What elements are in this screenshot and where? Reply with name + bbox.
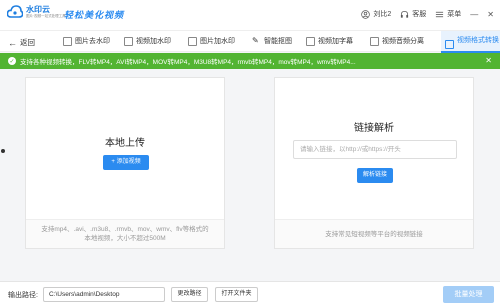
tool-smart-cutout[interactable]: ✎ 智能抠图 <box>252 36 292 46</box>
video-icon <box>124 36 133 46</box>
convert-icon <box>445 39 454 49</box>
tool-video-format-convert[interactable]: 视频格式转换 <box>441 31 500 53</box>
tool-audio-separation[interactable]: 视频音频分离 <box>370 36 424 46</box>
local-upload-hint: 支持mp4、.avi、.m3u8、.rmvb、mov、wmv、flv等格式的 本… <box>26 219 224 248</box>
app-slogan: 轻松美化视频 <box>64 11 125 21</box>
back-label: 返回 <box>20 38 35 47</box>
tool-label: 视频格式转换 <box>457 37 499 44</box>
link-parse-hint: 支持常见短视频等平台的视频链接 <box>275 219 473 248</box>
arrow-left-icon: ← <box>8 37 17 48</box>
batch-process-button[interactable]: 批量处理 <box>443 286 494 303</box>
open-folder-button[interactable]: 打开文件夹 <box>215 287 258 302</box>
tool-toolbar: ← 返回 图片去水印 视频加水印 图片加水印 ✎ 智能抠图 视频加字幕 视频音频… <box>0 30 500 53</box>
tool-label: 智能抠图 <box>264 38 292 45</box>
menu-button[interactable]: 菜单 <box>435 9 461 19</box>
app-logo: 水印云 图片·视频一站式处理工具 <box>7 5 66 19</box>
close-window-button[interactable]: ✕ <box>487 10 494 19</box>
side-dot <box>1 149 5 153</box>
user-account[interactable]: 刘比2 <box>361 9 391 19</box>
minimize-button[interactable]: — <box>470 10 478 19</box>
customer-service-button[interactable]: 客服 <box>400 9 426 19</box>
audio-icon <box>370 36 379 46</box>
subtitle-icon <box>306 36 315 46</box>
tool-video-subtitle[interactable]: 视频加字幕 <box>306 36 353 46</box>
local-upload-title: 本地上传 <box>105 138 145 149</box>
tool-image-add-watermark[interactable]: 图片加水印 <box>188 36 235 46</box>
app-name: 水印云 <box>26 5 50 14</box>
output-path-label: 输出路径: <box>8 292 38 299</box>
notice-text: 支持各种视频转换，FLV转MP4，AVI转MP4，MOV转MP4，M3U8转MP… <box>20 59 356 66</box>
local-upload-hint-line1: 支持mp4、.avi、.m3u8、.rmvb、mov、wmv、flv等格式的 <box>41 226 209 233</box>
notice-banner: ✓ 支持各种视频转换，FLV转MP4，AVI转MP4，MOV转MP4，M3U8转… <box>0 53 500 69</box>
output-path-field[interactable]: C:\Users\admin\Desktop <box>43 287 165 302</box>
menu-label: 菜单 <box>447 11 462 18</box>
bottom-bar: 输出路径: C:\Users\admin\Desktop 更改路径 打开文件夹 … <box>0 281 500 308</box>
parse-link-button[interactable]: 解析链接 <box>357 168 393 183</box>
notice-close-button[interactable]: ✕ <box>485 56 492 65</box>
add-video-button[interactable]: + 添加视频 <box>103 155 149 170</box>
app-subtitle: 图片·视频一站式处理工具 <box>26 14 66 18</box>
tool-image-remove-watermark[interactable]: 图片去水印 <box>63 36 110 46</box>
link-input[interactable]: 请输入链接，以http://或https://开头 <box>293 140 457 159</box>
local-upload-panel[interactable]: 本地上传 + 添加视频 支持mp4、.avi、.m3u8、.rmvb、mov、w… <box>25 77 225 249</box>
check-icon: ✓ <box>8 57 16 65</box>
headset-icon <box>401 10 409 18</box>
menu-icon <box>436 11 444 17</box>
user-icon <box>361 9 371 19</box>
customer-service-label: 客服 <box>412 11 427 18</box>
tool-label: 视频加字幕 <box>318 38 353 45</box>
user-name: 刘比2 <box>373 11 392 18</box>
magic-wand-icon: ✎ <box>252 35 259 45</box>
link-parse-title: 链接解析 <box>354 123 394 134</box>
app-header: 水印云 图片·视频一站式处理工具 轻松美化视频 刘比2 客服 菜单 — ✕ <box>0 0 500 30</box>
local-upload-hint-line2: 本地视频，大小不超过500M <box>84 235 166 242</box>
tool-video-add-watermark[interactable]: 视频加水印 <box>124 36 171 46</box>
back-button[interactable]: ← 返回 <box>8 37 35 48</box>
cloud-logo-icon <box>7 5 23 18</box>
tool-label: 视频音频分离 <box>382 38 424 45</box>
change-path-button[interactable]: 更改路径 <box>171 287 208 302</box>
tool-label: 图片加水印 <box>200 38 235 45</box>
image-icon <box>188 36 197 46</box>
tool-label: 图片去水印 <box>75 38 110 45</box>
tool-label: 视频加水印 <box>136 38 171 45</box>
image-icon <box>63 36 72 46</box>
link-parse-panel: 链接解析 请输入链接，以http://或https://开头 解析链接 支持常见… <box>274 77 474 249</box>
